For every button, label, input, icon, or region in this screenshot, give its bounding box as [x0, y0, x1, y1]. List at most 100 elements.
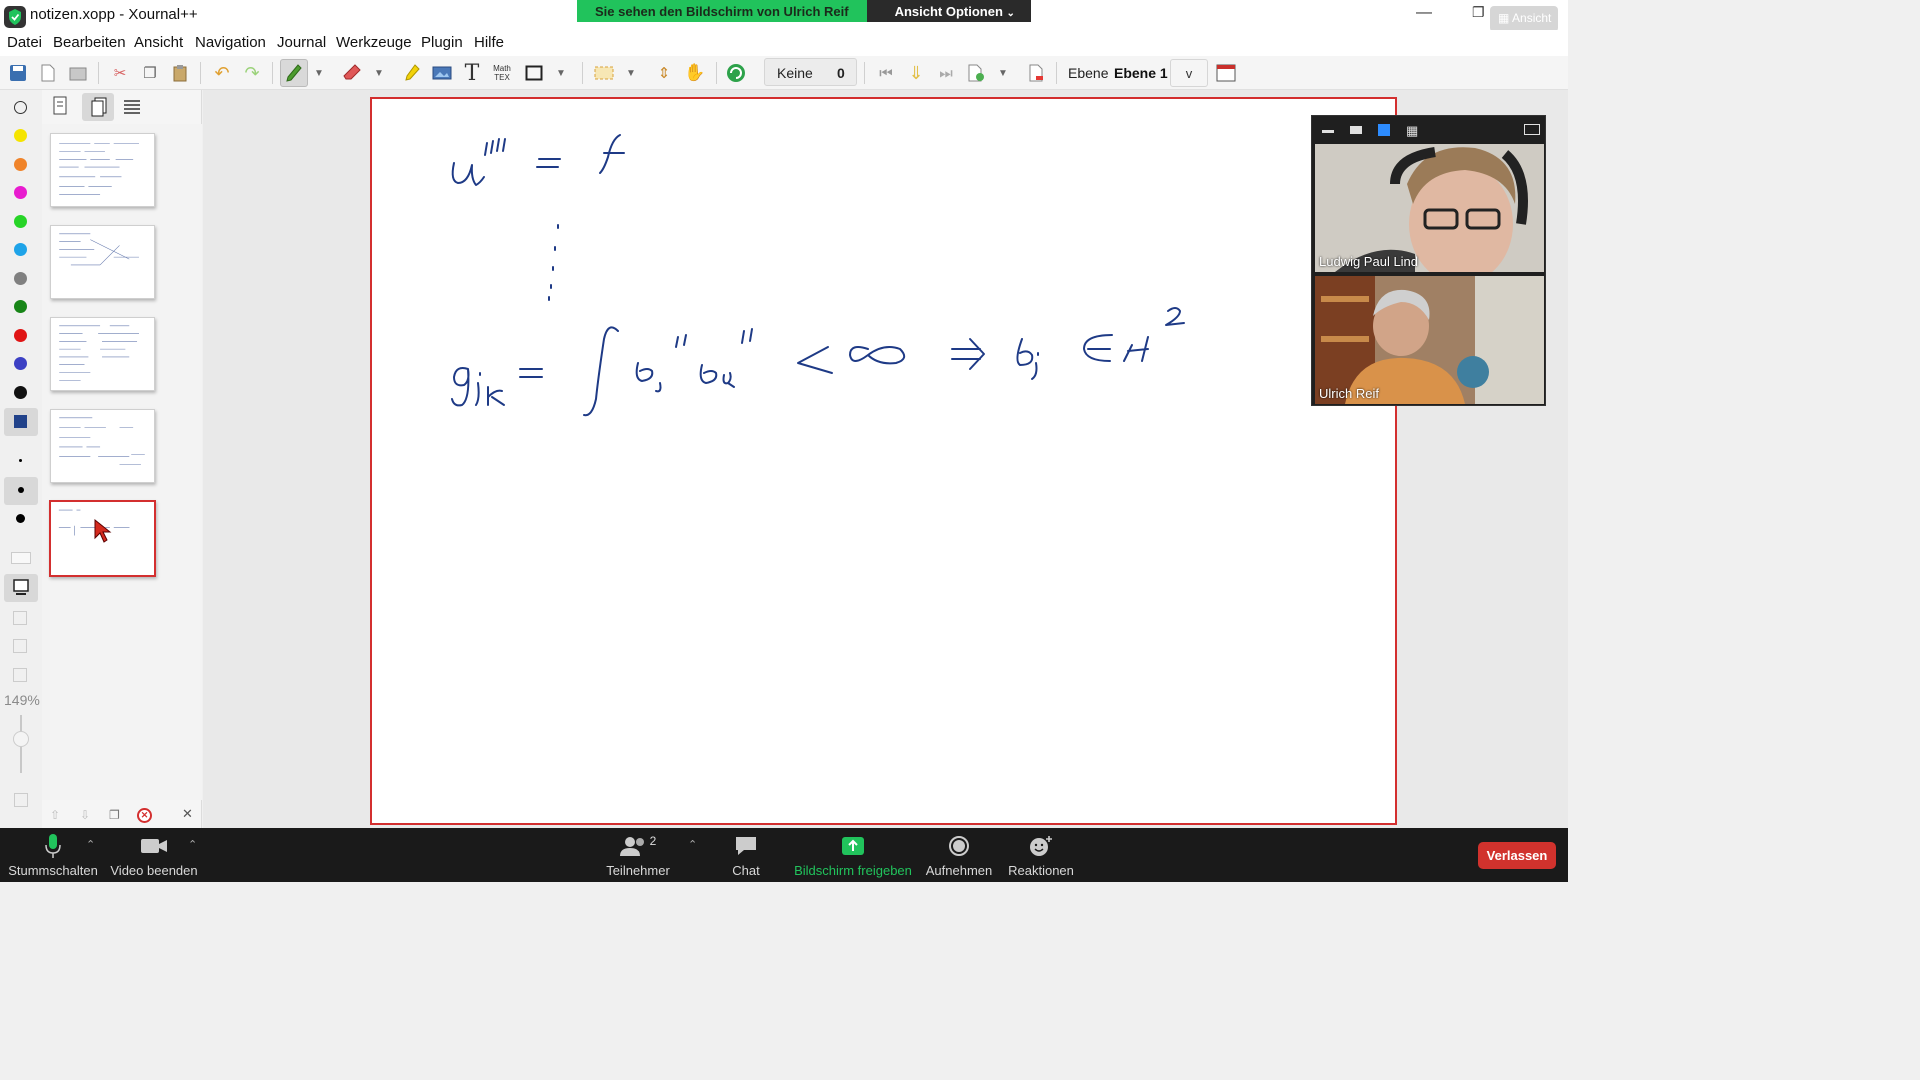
thickness-fine[interactable] [19, 459, 22, 462]
zoom-out-icon[interactable] [13, 668, 27, 682]
stop-video-button[interactable]: Video beenden [108, 828, 200, 882]
color-blue[interactable] [14, 357, 27, 370]
refresh-icon[interactable] [724, 61, 748, 85]
page-number-field[interactable]: Keine 0 [764, 58, 857, 86]
tab-page-previews[interactable] [82, 93, 114, 121]
color-orange[interactable] [14, 158, 27, 171]
move-page-down-icon[interactable]: ⇩ [80, 808, 94, 822]
first-page-icon[interactable]: ⏮ [874, 61, 898, 85]
redo-icon[interactable]: ↷ [240, 61, 264, 85]
document-canvas[interactable]: ▦ Ludwig Paul Lind Ulrich Reif [203, 90, 1568, 828]
thickness-thick[interactable] [16, 514, 25, 523]
select-dropdown-icon[interactable]: ▼ [624, 61, 638, 85]
restore-icon[interactable]: ❐ [1472, 4, 1485, 21]
color-black[interactable] [14, 386, 27, 399]
menu-journal[interactable]: Journal [277, 34, 326, 51]
color-gray[interactable] [14, 272, 27, 285]
thickness-medium-selected[interactable] [4, 477, 38, 505]
record-button[interactable]: Aufnehmen [922, 828, 996, 882]
highlighter-icon[interactable] [400, 61, 424, 85]
chat-button[interactable]: Chat [718, 828, 774, 882]
zoom-in-icon[interactable] [13, 639, 27, 653]
current-page[interactable] [370, 97, 1397, 825]
participants-button[interactable]: 2 Teilnehmer [600, 828, 676, 882]
eraser-icon[interactable] [340, 61, 364, 85]
menu-ansicht[interactable]: Ansicht [134, 34, 183, 51]
delete-page-icon[interactable] [1024, 61, 1048, 85]
copy-page-icon[interactable]: ❐ [109, 808, 123, 822]
next-annotated-page-icon[interactable]: ⇓ [904, 61, 928, 85]
strip-view-icon[interactable] [1378, 124, 1390, 136]
copy-icon[interactable]: ❐ [138, 61, 162, 85]
text-tool-icon[interactable]: T [460, 61, 484, 86]
save-icon[interactable] [6, 61, 30, 85]
audio-options-caret-icon[interactable]: ⌃ [86, 838, 95, 851]
active-speaker-view-icon[interactable] [1350, 126, 1362, 134]
pop-out-icon[interactable] [1524, 124, 1540, 135]
page-thumbnail-2[interactable] [50, 225, 155, 299]
pen-tool-icon[interactable] [280, 59, 308, 87]
shape-dropdown-icon[interactable]: ▼ [554, 61, 568, 85]
zoom-slider-handle[interactable] [13, 731, 29, 747]
undo-icon[interactable]: ↶ [210, 61, 234, 85]
eraser-dropdown-icon[interactable]: ▼ [372, 61, 386, 85]
move-page-up-icon[interactable]: ⇧ [50, 808, 64, 822]
leave-meeting-button[interactable]: Verlassen [1478, 842, 1556, 869]
page-thumbnail-5[interactable] [49, 500, 156, 577]
page-thumbnail-3[interactable] [50, 317, 155, 391]
menu-datei[interactable]: Datei [7, 34, 42, 51]
minimize-video-icon[interactable] [1322, 130, 1334, 133]
color-dark-green[interactable] [14, 300, 27, 313]
close-sidebar-icon[interactable]: ✕ [182, 806, 193, 822]
gallery-view-icon[interactable]: ▦ [1406, 123, 1418, 139]
cut-icon[interactable]: ✂ [108, 61, 132, 85]
zoom-reset-icon[interactable] [14, 793, 28, 807]
new-document-icon[interactable] [36, 61, 60, 85]
view-options-button[interactable]: Ansicht Optionen ⌄ [866, 0, 1031, 22]
open-folder-icon[interactable] [66, 61, 90, 85]
menu-plugin[interactable]: Plugin [421, 34, 463, 51]
rectangle-shape-icon[interactable] [522, 61, 546, 85]
hand-tool-icon[interactable]: ✋ [683, 61, 707, 85]
page-thumbnail-1[interactable] [50, 133, 155, 207]
mute-button[interactable]: Stummschalten [8, 828, 98, 882]
add-page-dropdown-icon[interactable]: ▼ [996, 61, 1010, 85]
add-page-icon[interactable] [964, 61, 988, 85]
tab-outline-icon[interactable] [52, 96, 72, 118]
color-green[interactable] [14, 215, 27, 228]
vertical-space-icon[interactable]: ⇕ [652, 61, 676, 85]
last-page-icon[interactable]: ⏭ [934, 61, 958, 85]
paste-icon[interactable] [168, 61, 192, 85]
selected-color-swatch[interactable] [4, 408, 38, 436]
menu-navigation[interactable]: Navigation [195, 34, 266, 51]
page-thumbnail-4[interactable] [50, 409, 155, 483]
color-light-blue[interactable] [14, 243, 27, 256]
image-icon[interactable] [430, 61, 454, 85]
reactions-button[interactable]: Reaktionen [1004, 828, 1078, 882]
pen-dropdown-icon[interactable]: ▼ [312, 61, 326, 85]
latex-tool-icon[interactable]: Math TEX [490, 61, 514, 85]
zoom-view-button[interactable]: ▦ Ansicht [1490, 6, 1558, 32]
video-options-caret-icon[interactable]: ⌃ [188, 838, 197, 851]
menu-bar: Datei Bearbeiten Ansicht Navigation Jour… [0, 30, 1568, 56]
video-tile-ulrich[interactable]: Ulrich Reif [1315, 276, 1544, 404]
color-yellow[interactable] [14, 129, 27, 142]
layer-dropdown[interactable]: v [1170, 59, 1208, 87]
participants-options-caret-icon[interactable]: ⌃ [688, 838, 697, 851]
minimize-icon[interactable]: — [1416, 4, 1432, 22]
menu-werkzeuge[interactable]: Werkzeuge [336, 34, 412, 51]
color-magenta[interactable] [14, 186, 27, 199]
menu-bearbeiten[interactable]: Bearbeiten [53, 34, 126, 51]
zoom-fit-icon[interactable] [13, 611, 27, 625]
tab-layers-icon[interactable] [122, 96, 144, 118]
presentation-mode-button[interactable] [4, 574, 38, 602]
delete-page-button[interactable]: ✕ [137, 808, 152, 823]
color-white[interactable] [14, 101, 27, 114]
fullscreen-icon[interactable] [1214, 61, 1238, 85]
menu-hilfe[interactable]: Hilfe [474, 34, 504, 51]
select-rectangle-icon[interactable] [592, 61, 616, 85]
share-screen-button[interactable]: Bildschirm freigeben [790, 828, 916, 882]
color-red[interactable] [14, 329, 27, 342]
video-tile-ludwig[interactable]: Ludwig Paul Lind [1315, 144, 1544, 272]
page-layout-icon[interactable] [11, 552, 31, 564]
